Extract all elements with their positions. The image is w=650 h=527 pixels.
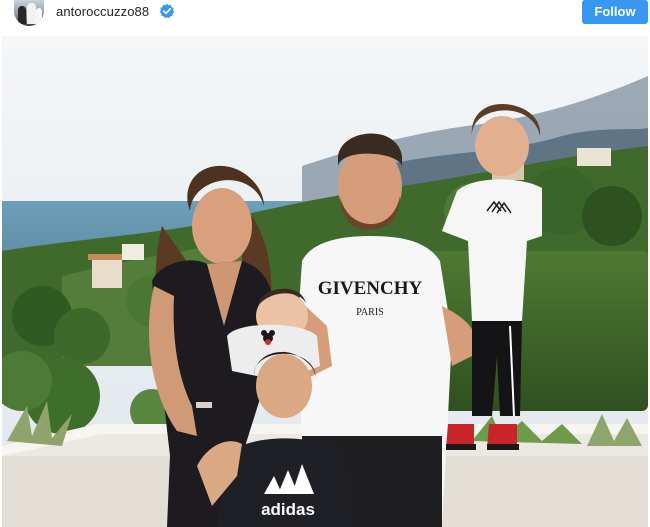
post-header: antoroccuzzo88 Follow [0, 0, 650, 36]
follow-button[interactable]: Follow [582, 0, 648, 24]
verified-badge-icon [159, 3, 175, 19]
profile-avatar[interactable] [14, 0, 44, 26]
post-photo[interactable]: GIVENCHY PARIS adidas [2, 36, 648, 527]
shirt-brand-text: GIVENCHY [318, 278, 423, 299]
kid-shirt-brand-text: adidas [261, 500, 315, 519]
username-link[interactable]: antoroccuzzo88 [56, 4, 149, 19]
shirt-city-text: PARIS [356, 307, 383, 318]
